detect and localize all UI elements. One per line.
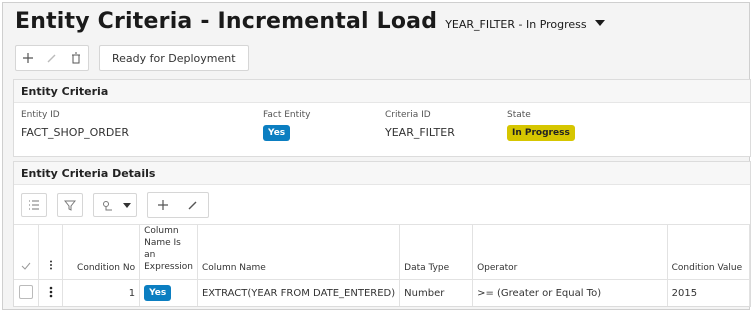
title-row: Entity Criteria - Incremental Load YEAR_… [15,9,605,43]
kebab-icon[interactable] [49,286,53,298]
fact-entity-field: Fact Entity Yes [263,110,310,141]
condition-no-header[interactable]: Condition No [62,224,141,280]
operator-header[interactable]: Operator [472,224,668,280]
select-all-column[interactable] [14,224,40,280]
field-label: Criteria ID [385,110,431,120]
check-icon [21,262,31,270]
add-row-button[interactable] [148,193,178,217]
fact-entity-badge: Yes [263,125,291,141]
state-badge: In Progress [507,125,575,141]
column-name-header[interactable]: Column Name [197,224,401,280]
grid-toolbar [21,192,209,218]
edit-button[interactable] [40,46,64,70]
row-checkbox[interactable] [19,284,34,299]
operator-cell: >= (Greater or Equal To) [472,279,668,306]
row-select-cell[interactable] [14,279,40,306]
column-name-cell: EXTRACT(YEAR FROM DATE_ENTERED) [197,279,401,306]
table-header-row: Condition No Column Name Is an Expressio… [14,224,750,280]
column-is-expression-cell: Yes [139,279,198,306]
entity-id-value: FACT_SHOP_ORDER [21,126,129,139]
state-field: State In Progress [507,110,575,141]
column-menu-header[interactable] [38,224,64,280]
criteria-id-field: Criteria ID YEAR_FILTER [385,110,455,139]
grid-edit-group [147,192,209,218]
add-button[interactable] [16,46,40,70]
condition-value-header[interactable]: Condition Value [667,224,750,280]
panel-title: Entity Criteria Details [14,162,750,185]
pencil-icon [47,54,56,63]
expression-badge: Yes [144,285,172,301]
table-row[interactable]: 1 Yes EXTRACT(YEAR FROM DATE_ENTERED) Nu… [14,279,750,306]
field-label: Fact Entity [263,110,311,120]
entity-criteria-panel: Entity Criteria Entity ID FACT_SHOP_ORDE… [13,79,751,157]
app-frame: Entity Criteria - Incremental Load YEAR_… [2,2,751,310]
main-toolbar: Ready for Deployment [15,45,249,71]
edit-row-button[interactable] [178,193,208,217]
ready-for-deployment-button[interactable]: Ready for Deployment [99,45,249,71]
data-type-header[interactable]: Data Type [399,224,474,280]
filter-button[interactable] [57,193,83,217]
panel-title: Entity Criteria [14,80,750,103]
plus-icon [158,200,168,210]
delete-button[interactable] [64,46,88,70]
chevron-down-icon[interactable] [594,20,605,26]
field-label: State [507,110,531,120]
group-by-button[interactable] [93,193,137,217]
chevron-down-icon [123,202,131,208]
record-status-subtitle[interactable]: YEAR_FILTER - In Progress [445,18,586,31]
entity-id-field: Entity ID FACT_SHOP_ORDER [21,110,129,139]
filter-icon [64,200,76,211]
row-menu-cell[interactable] [38,279,64,306]
pencil-icon [188,201,197,210]
list-view-button[interactable] [21,193,47,217]
criteria-details-table: Condition No Column Name Is an Expressio… [14,224,750,306]
field-label: Entity ID [21,110,60,120]
data-type-cell: Number [399,279,474,306]
group-icon [103,200,112,210]
list-icon [29,200,39,210]
crud-button-group [15,45,89,71]
trash-icon [72,52,80,64]
condition-value-cell: 2015 [667,279,750,306]
column-is-expression-header[interactable]: Column Name Is an Expression [139,224,198,280]
criteria-id-value: YEAR_FILTER [385,126,455,139]
page-title: Entity Criteria - Incremental Load [15,9,438,34]
kebab-icon [49,260,52,270]
plus-icon [23,53,33,63]
condition-no-cell: 1 [62,279,141,306]
entity-criteria-details-panel: Entity Criteria Details Condition No Col… [13,161,751,307]
